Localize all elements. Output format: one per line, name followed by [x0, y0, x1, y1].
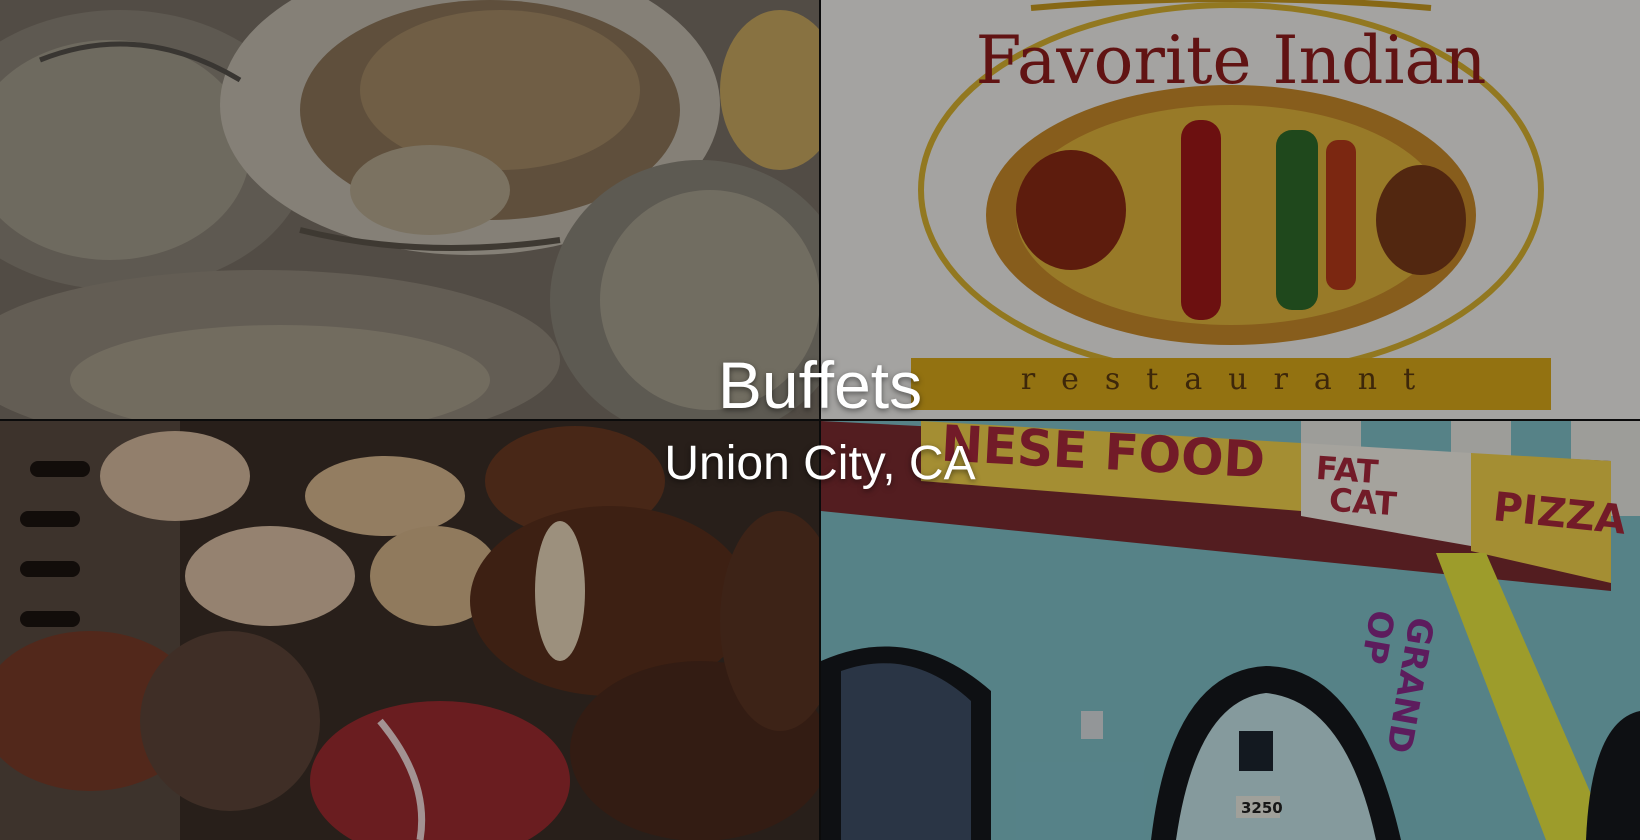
hero-caption: Buffets Union City, CA	[0, 0, 1640, 840]
photo-collage: Favorite Indian restaurant NESE FOOD FAT…	[0, 0, 1640, 840]
page-title: Buffets	[717, 348, 923, 422]
location-subtitle: Union City, CA	[664, 437, 976, 490]
